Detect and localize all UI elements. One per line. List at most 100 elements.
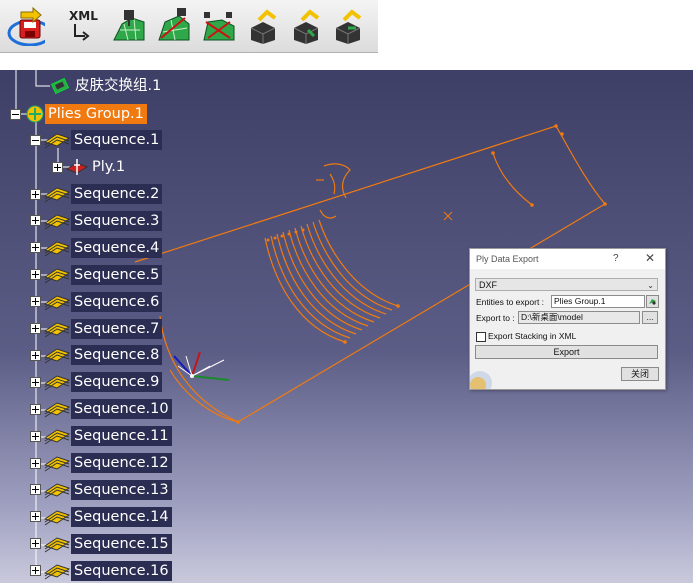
ply-tool-6-button[interactable]	[245, 6, 283, 46]
tree-item-sequence[interactable]: Sequence.13	[30, 479, 172, 500]
box-arrow-2-icon	[293, 9, 320, 44]
expand-icon[interactable]	[30, 349, 41, 361]
tree-item-sequence[interactable]: Sequence.15	[30, 533, 172, 554]
xml-export-button[interactable]: XML	[63, 6, 101, 46]
sequence-icon	[43, 348, 71, 364]
plies-group-icon	[26, 105, 44, 123]
expand-icon[interactable]	[30, 511, 41, 523]
export-stacking-checkbox[interactable]	[476, 332, 486, 342]
sequence-icon	[43, 133, 71, 149]
sequence-icon	[43, 241, 71, 257]
help-icon[interactable]: ?	[613, 253, 619, 264]
ply-tool-8-button[interactable]	[330, 6, 368, 46]
tree-item-sequence[interactable]: Sequence.4	[30, 237, 163, 258]
sequence-icon	[43, 456, 71, 472]
tree-item-label: Sequence.5	[71, 264, 163, 285]
sequence-icon	[43, 375, 71, 391]
ply-tool-3-button[interactable]	[110, 6, 148, 46]
collapse-icon[interactable]	[30, 134, 41, 146]
ply-tool-4-button[interactable]	[155, 6, 193, 46]
expand-icon[interactable]	[30, 296, 41, 308]
export-button[interactable]: Export	[475, 345, 658, 359]
tree-item-label: Sequence.14	[71, 506, 172, 527]
ply-tool-7-button[interactable]	[288, 6, 326, 46]
tree-item-sequence[interactable]: Sequence.10	[30, 399, 172, 420]
sequence-icon	[43, 268, 71, 284]
globe-logo-icon	[470, 371, 492, 389]
sequence-icon	[43, 510, 71, 526]
expand-icon[interactable]	[30, 323, 41, 334]
tree-item-plies-group[interactable]: Plies Group.1	[10, 104, 147, 124]
export-to-label: Export to :	[476, 313, 515, 323]
tree-item-skin-exchange[interactable]: 皮肤交换组.1	[50, 76, 164, 96]
tree-item-sequence[interactable]: Sequence.3	[30, 210, 163, 231]
chevron-down-icon: ⌄	[647, 281, 654, 290]
expand-icon[interactable]	[30, 188, 41, 200]
tree-item-label: Sequence.13	[71, 479, 172, 500]
tree-item-label: Sequence.8	[71, 345, 163, 366]
box-arrow-3-icon	[335, 9, 362, 44]
green-mesh-icon	[113, 10, 145, 41]
entities-label: Entities to export :	[476, 297, 545, 307]
3d-viewport[interactable]: 皮肤交换组.1 Plies Group.1 Sequence.1 Ply.1 S…	[0, 70, 693, 583]
expand-icon[interactable]	[30, 242, 41, 254]
expand-icon[interactable]	[52, 161, 63, 173]
skin-group-icon	[50, 77, 70, 95]
expand-icon[interactable]	[30, 457, 41, 469]
tree-item-sequence[interactable]: Sequence.12	[30, 453, 172, 473]
tree-item-label: Sequence.16	[71, 560, 172, 581]
format-value: DXF	[479, 280, 497, 290]
sequence-icon	[43, 564, 71, 580]
expand-icon[interactable]	[30, 484, 41, 496]
tree-item-label: Sequence.4	[71, 237, 163, 258]
close-icon[interactable]: ✕	[645, 251, 655, 265]
tree-item-sequence[interactable]: Sequence.6	[30, 291, 163, 312]
green-cut-surface-icon	[203, 12, 235, 41]
export-path-field[interactable]: D:\新桌面\model	[518, 311, 640, 324]
export-ply-data-button[interactable]	[7, 6, 53, 47]
collapse-icon[interactable]	[10, 108, 21, 120]
export-stacking-label: Export Stacking in XML	[488, 331, 577, 341]
tree-item-label: Plies Group.1	[45, 104, 147, 124]
tree-item-sequence[interactable]: Sequence.11	[30, 426, 172, 447]
tree-item-label: Sequence.2	[71, 184, 163, 204]
tree-item-label: Sequence.11	[71, 426, 172, 447]
tree-item-sequence[interactable]: Sequence.9	[30, 372, 163, 393]
format-select[interactable]: DXF ⌄	[475, 278, 658, 291]
tree-item-sequence[interactable]: Sequence.5	[30, 264, 163, 285]
expand-icon[interactable]	[30, 565, 41, 577]
select-entity-icon[interactable]	[646, 295, 659, 308]
tree-item-label: Ply.1	[92, 159, 126, 175]
tree-item-ply-1[interactable]: Ply.1	[52, 157, 128, 177]
xml-arrow-icon: XML	[69, 9, 98, 41]
tree-item-sequence-1[interactable]: Sequence.1	[30, 130, 163, 150]
expand-icon[interactable]	[30, 403, 41, 415]
sequence-icon	[43, 321, 71, 337]
sequence-icon	[43, 483, 71, 499]
sequence-icon	[43, 429, 71, 445]
expand-icon[interactable]	[30, 215, 41, 227]
close-button[interactable]: 关闭	[621, 367, 659, 381]
tree-item-label: Sequence.15	[71, 533, 172, 554]
browse-button[interactable]: ...	[642, 311, 658, 324]
tree-item-label: Sequence.3	[71, 210, 163, 231]
dialog-title: Ply Data Export	[470, 249, 665, 269]
tree-item-sequence[interactable]: Sequence.8	[30, 345, 163, 366]
expand-icon[interactable]	[30, 376, 41, 388]
expand-icon[interactable]	[30, 538, 41, 550]
expand-icon[interactable]	[30, 269, 41, 281]
expand-icon[interactable]	[30, 430, 41, 442]
entities-field[interactable]: Plies Group.1	[551, 295, 645, 308]
sequence-icon	[43, 214, 71, 230]
tree-item-sequence[interactable]: Sequence.7	[30, 318, 163, 339]
ply-tool-5-button[interactable]	[200, 6, 238, 46]
sequence-icon	[43, 187, 71, 203]
ply-icon	[65, 159, 89, 175]
tree-item-sequence[interactable]: Sequence.14	[30, 506, 172, 527]
xml-text: XML	[69, 9, 98, 23]
tree-item-label: Sequence.12	[71, 453, 172, 473]
tree-item-sequence[interactable]: Sequence.16	[30, 560, 172, 581]
tree-item-sequence[interactable]: Sequence.2	[30, 184, 163, 204]
sequence-icon	[43, 402, 71, 418]
tree-item-label: Sequence.9	[71, 372, 163, 393]
